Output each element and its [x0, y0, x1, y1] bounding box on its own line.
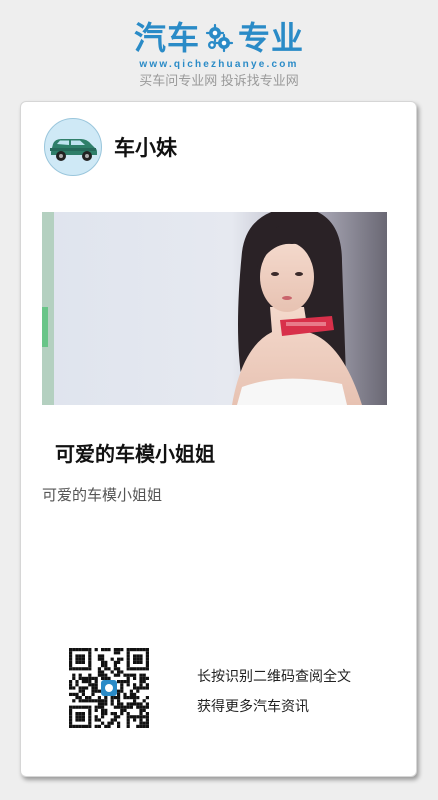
- qr-code[interactable]: [69, 648, 149, 728]
- gears-icon: [205, 23, 234, 53]
- article-summary: 可爱的车模小姐姐: [42, 486, 163, 504]
- brand-url[interactable]: www.qichezhuanye.com: [0, 58, 438, 72]
- avatar[interactable]: [44, 118, 102, 176]
- qr-code-icon: [69, 648, 149, 728]
- author-name[interactable]: 车小妹: [114, 132, 177, 162]
- qr-instructions: 长按识别二维码查阅全文 获得更多汽车资讯: [197, 662, 351, 722]
- brand-header: 汽车 专业 www.qichezhuanye.com 买车问专业网 投诉找专业网: [0, 18, 438, 89]
- author-info[interactable]: 车小妹: [44, 118, 177, 176]
- article-card[interactable]: 车小妹 可爱的车模小姐姐 可爱的车模小姐姐 长按识别二维码查阅全文 获得更多汽车…: [20, 101, 417, 777]
- car-avatar-icon: [50, 139, 97, 161]
- qr-instruction-line-2: 获得更多汽车资讯: [197, 699, 309, 715]
- brand-slogan: 买车问专业网 投诉找专业网: [139, 73, 299, 88]
- article-title[interactable]: 可爱的车模小姐姐: [55, 438, 215, 467]
- brand-logo-text-1: 汽车: [133, 20, 200, 56]
- cover-image[interactable]: [42, 212, 387, 405]
- brand-logo[interactable]: 汽车 专业: [134, 18, 304, 58]
- qr-instruction-line-1: 长按识别二维码查阅全文: [197, 669, 351, 685]
- brand-logo-text-2: 专业: [238, 20, 305, 56]
